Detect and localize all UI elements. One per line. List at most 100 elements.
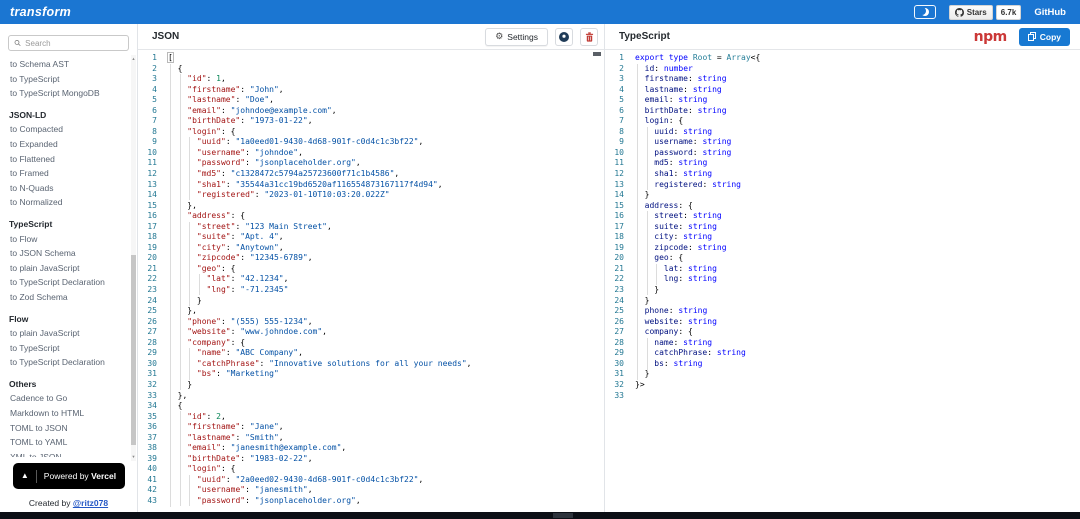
code-line: 25 },: [138, 306, 604, 317]
line-number: 19: [138, 243, 157, 254]
dark-circle-icon: [559, 32, 569, 42]
code-line: 8 uuid: string: [605, 127, 1080, 138]
sidebar-item[interactable]: to plain JavaScript: [9, 261, 127, 276]
json-panel: JSON ⚙ Settings: [138, 24, 604, 512]
powered-by-vercel-badge[interactable]: ▲ Powered by Vercel: [13, 463, 125, 489]
code-line: 15 address: {: [605, 201, 1080, 212]
settings-button[interactable]: ⚙ Settings: [485, 28, 548, 46]
code-line: 20 "zipcode": "12345-6789",: [138, 253, 604, 264]
sidebar-item[interactable]: to Compacted: [9, 122, 127, 137]
line-number: 6: [605, 106, 624, 117]
sidebar-item[interactable]: to N-Quads: [9, 181, 127, 196]
star-count-badge[interactable]: 6.7k: [996, 5, 1022, 20]
vercel-triangle-icon: ▲: [21, 472, 29, 480]
code-line: 33 },: [138, 391, 604, 402]
sidebar-footer: ▲ Powered by Vercel Created by @ritz078: [0, 463, 137, 508]
code-line: 6 birthDate: string: [605, 106, 1080, 117]
editor-scrollbar-thumb[interactable]: [593, 52, 601, 56]
line-number: 33: [605, 391, 624, 402]
line-number: 34: [138, 401, 157, 412]
author-link[interactable]: @ritz078: [73, 498, 108, 508]
line-number: 8: [605, 127, 624, 138]
code-line: 2 id: number: [605, 64, 1080, 75]
line-number: 9: [138, 137, 157, 148]
json-code-editor[interactable]: 1[2 {3 "id": 1,4 "firstname": "John",5 "…: [138, 50, 604, 512]
code-line: 7 login: {: [605, 116, 1080, 127]
line-number: 31: [138, 369, 157, 380]
sidebar-item[interactable]: to Expanded: [9, 137, 127, 152]
scroll-down-icon[interactable]: ▼: [131, 453, 136, 461]
indent-guide: [189, 222, 190, 306]
sidebar-scrollbar[interactable]: ▲ ▼: [131, 55, 136, 461]
sidebar-item[interactable]: to TypeScript Declaration: [9, 275, 127, 290]
typescript-code-editor[interactable]: 1export type Root = Array<{2 id: number3…: [605, 50, 1080, 512]
sidebar-item[interactable]: to Zod Schema: [9, 290, 127, 305]
code-line: 39 "birthDate": "1983-02-22",: [138, 454, 604, 465]
sidebar-item[interactable]: TOML to YAML: [9, 435, 127, 450]
sidebar-item[interactable]: Cadence to Go: [9, 391, 127, 406]
clear-button[interactable]: [580, 28, 598, 46]
copy-icon: [1028, 32, 1036, 41]
sidebar-item[interactable]: to JSON Schema: [9, 246, 127, 261]
line-number: 10: [605, 148, 624, 159]
code-line: 42 "username": "janesmith",: [138, 485, 604, 496]
line-number: 39: [138, 454, 157, 465]
code-line: 1export type Root = Array<{: [605, 53, 1080, 64]
line-number: 27: [605, 327, 624, 338]
code-line: 3 firstname: string: [605, 74, 1080, 85]
search-input[interactable]: [25, 39, 123, 48]
code-line: 3 "id": 1,: [138, 74, 604, 85]
github-star-button[interactable]: Stars: [949, 5, 993, 20]
sidebar-item[interactable]: to TypeScript: [9, 72, 127, 87]
code-line: 9 "uuid": "1a0eed01-9430-4d68-901f-c0d4c…: [138, 137, 604, 148]
horizontal-scrollbar[interactable]: [0, 512, 1080, 519]
line-number: 20: [138, 253, 157, 264]
app-logo[interactable]: transform: [10, 5, 71, 19]
scrollbar-thumb[interactable]: [131, 255, 136, 445]
typescript-panel-header: TypeScript npm Copy: [605, 24, 1080, 50]
scroll-up-icon[interactable]: ▲: [131, 55, 136, 63]
code-line: 20 geo: {: [605, 253, 1080, 264]
sidebar-item[interactable]: to Flattened: [9, 152, 127, 167]
code-line: 43 "password": "jsonplaceholder.org",: [138, 496, 604, 507]
sidebar-item[interactable]: to TypeScript Declaration: [9, 355, 127, 370]
indent-guide: [180, 74, 181, 390]
sidebar-item[interactable]: to Framed: [9, 166, 127, 181]
dark-mode-toggle[interactable]: [914, 5, 936, 19]
line-number: 13: [138, 180, 157, 191]
code-line: 27 company: {: [605, 327, 1080, 338]
code-line: 28 name: string: [605, 338, 1080, 349]
sidebar-item[interactable]: XML to JSON: [9, 450, 127, 457]
line-number: 33: [138, 391, 157, 402]
vercel-brand: Vercel: [91, 471, 116, 481]
line-number: 8: [138, 127, 157, 138]
line-number: 32: [138, 380, 157, 391]
sidebar-nav: to Schema ASTto TypeScriptto TypeScript …: [0, 53, 137, 457]
code-line: 12 "md5": "c1328472c5794a25723600f71c1b4…: [138, 169, 604, 180]
sidebar-item[interactable]: to Schema AST: [9, 57, 127, 72]
code-line: 13 registered: string: [605, 180, 1080, 191]
sidebar-item[interactable]: to plain JavaScript: [9, 326, 127, 341]
code-line: 17 suite: string: [605, 222, 1080, 233]
sidebar-item[interactable]: to Normalized: [9, 195, 127, 210]
horizontal-scrollbar-thumb[interactable]: [553, 513, 573, 518]
circle-glyph-button[interactable]: [555, 28, 573, 46]
npm-logo[interactable]: npm: [974, 29, 1007, 45]
sidebar-item[interactable]: to TypeScript: [9, 341, 127, 356]
line-number: 15: [605, 201, 624, 212]
copy-button[interactable]: Copy: [1019, 28, 1070, 46]
indent-guide: [647, 211, 648, 295]
line-number: 42: [138, 485, 157, 496]
sidebar-item[interactable]: to TypeScript MongoDB: [9, 86, 127, 101]
sidebar-item[interactable]: Markdown to HTML: [9, 406, 127, 421]
sidebar-item[interactable]: to Flow: [9, 232, 127, 247]
octocat-icon: [955, 8, 964, 17]
indent-guide: [656, 264, 657, 285]
code-line: 4 "firstname": "John",: [138, 85, 604, 96]
github-link[interactable]: GitHub: [1034, 7, 1066, 18]
sidebar-item[interactable]: TOML to JSON: [9, 421, 127, 436]
line-number: 25: [138, 306, 157, 317]
code-line: 29 catchPhrase: string: [605, 348, 1080, 359]
indent-guide: [647, 338, 648, 370]
line-number: 32: [605, 380, 624, 391]
